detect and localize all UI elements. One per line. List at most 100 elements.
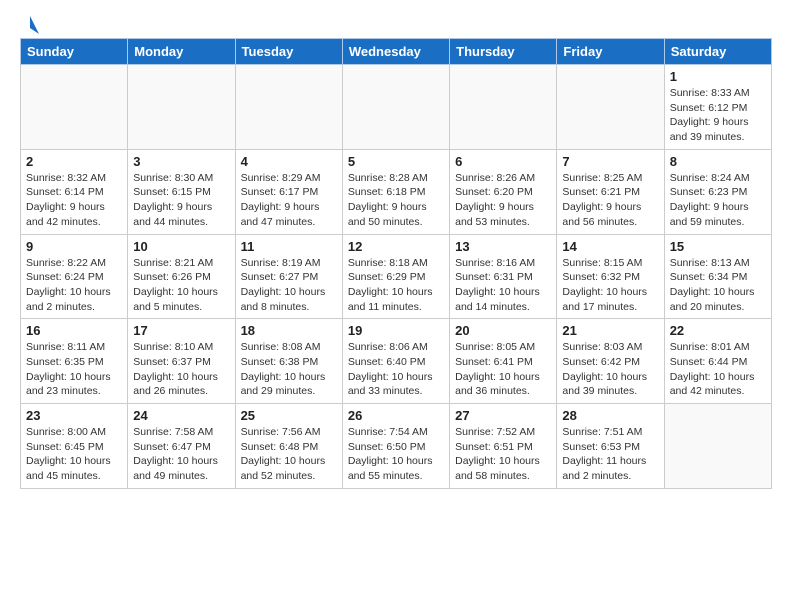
calendar-cell: 14 Sunrise: 8:15 AM Sunset: 6:32 PM Dayli… <box>557 234 664 319</box>
day-number: 20 <box>455 323 551 338</box>
calendar-cell: 9 Sunrise: 8:22 AM Sunset: 6:24 PM Daylig… <box>21 234 128 319</box>
calendar-week-row: 23 Sunrise: 8:00 AM Sunset: 6:45 PM Dayli… <box>21 404 772 489</box>
calendar-header-row: SundayMondayTuesdayWednesdayThursdayFrid… <box>21 39 772 65</box>
calendar-cell: 24 Sunrise: 7:58 AM Sunset: 6:47 PM Dayli… <box>128 404 235 489</box>
day-info: Sunrise: 8:25 AM Sunset: 6:21 PM Dayligh… <box>562 171 658 230</box>
calendar-cell <box>450 65 557 150</box>
calendar-cell: 21 Sunrise: 8:03 AM Sunset: 6:42 PM Dayli… <box>557 319 664 404</box>
calendar-cell <box>664 404 771 489</box>
day-number: 19 <box>348 323 444 338</box>
day-number: 17 <box>133 323 229 338</box>
day-number: 8 <box>670 154 766 169</box>
day-of-week-header: Thursday <box>450 39 557 65</box>
calendar-cell: 13 Sunrise: 8:16 AM Sunset: 6:31 PM Dayli… <box>450 234 557 319</box>
calendar-cell: 16 Sunrise: 8:11 AM Sunset: 6:35 PM Dayli… <box>21 319 128 404</box>
day-number: 27 <box>455 408 551 423</box>
day-of-week-header: Saturday <box>664 39 771 65</box>
day-info: Sunrise: 7:58 AM Sunset: 6:47 PM Dayligh… <box>133 425 229 484</box>
calendar-cell: 4 Sunrise: 8:29 AM Sunset: 6:17 PM Daylig… <box>235 149 342 234</box>
day-info: Sunrise: 8:13 AM Sunset: 6:34 PM Dayligh… <box>670 256 766 315</box>
day-number: 15 <box>670 239 766 254</box>
day-info: Sunrise: 8:28 AM Sunset: 6:18 PM Dayligh… <box>348 171 444 230</box>
day-number: 3 <box>133 154 229 169</box>
calendar-cell: 10 Sunrise: 8:21 AM Sunset: 6:26 PM Dayli… <box>128 234 235 319</box>
calendar-cell <box>342 65 449 150</box>
day-info: Sunrise: 7:51 AM Sunset: 6:53 PM Dayligh… <box>562 425 658 484</box>
day-info: Sunrise: 8:24 AM Sunset: 6:23 PM Dayligh… <box>670 171 766 230</box>
day-number: 1 <box>670 69 766 84</box>
day-info: Sunrise: 8:08 AM Sunset: 6:38 PM Dayligh… <box>241 340 337 399</box>
calendar-cell: 25Sunrise: 7:56 AM Sunset: 6:48 PM Dayli… <box>235 404 342 489</box>
calendar-cell: 1 Sunrise: 8:33 AM Sunset: 6:12 PM Daylig… <box>664 65 771 150</box>
day-info: Sunrise: 8:16 AM Sunset: 6:31 PM Dayligh… <box>455 256 551 315</box>
calendar-cell: 2 Sunrise: 8:32 AM Sunset: 6:14 PM Daylig… <box>21 149 128 234</box>
calendar-cell: 3 Sunrise: 8:30 AM Sunset: 6:15 PM Daylig… <box>128 149 235 234</box>
calendar-cell: 27 Sunrise: 7:52 AM Sunset: 6:51 PM Dayli… <box>450 404 557 489</box>
day-number: 28 <box>562 408 658 423</box>
calendar-cell: 6 Sunrise: 8:26 AM Sunset: 6:20 PM Daylig… <box>450 149 557 234</box>
calendar-cell: 11 Sunrise: 8:19 AM Sunset: 6:27 PM Dayli… <box>235 234 342 319</box>
day-info: Sunrise: 7:54 AM Sunset: 6:50 PM Dayligh… <box>348 425 444 484</box>
calendar-cell <box>128 65 235 150</box>
logo-icon <box>21 16 39 34</box>
day-number: 16 <box>26 323 122 338</box>
day-number: 25 <box>241 408 337 423</box>
header <box>20 16 772 30</box>
calendar-cell <box>557 65 664 150</box>
day-number: 23 <box>26 408 122 423</box>
day-info: Sunrise: 8:32 AM Sunset: 6:14 PM Dayligh… <box>26 171 122 230</box>
calendar-week-row: 16 Sunrise: 8:11 AM Sunset: 6:35 PM Dayli… <box>21 319 772 404</box>
calendar-cell: 26 Sunrise: 7:54 AM Sunset: 6:50 PM Dayli… <box>342 404 449 489</box>
day-info: Sunrise: 8:33 AM Sunset: 6:12 PM Dayligh… <box>670 86 766 145</box>
day-of-week-header: Wednesday <box>342 39 449 65</box>
day-number: 18 <box>241 323 337 338</box>
calendar-cell: 18 Sunrise: 8:08 AM Sunset: 6:38 PM Dayli… <box>235 319 342 404</box>
day-of-week-header: Monday <box>128 39 235 65</box>
day-number: 10 <box>133 239 229 254</box>
day-info: Sunrise: 8:03 AM Sunset: 6:42 PM Dayligh… <box>562 340 658 399</box>
day-info: Sunrise: 8:19 AM Sunset: 6:27 PM Dayligh… <box>241 256 337 315</box>
calendar-cell: 20 Sunrise: 8:05 AM Sunset: 6:41 PM Dayli… <box>450 319 557 404</box>
day-of-week-header: Friday <box>557 39 664 65</box>
day-number: 26 <box>348 408 444 423</box>
day-info: Sunrise: 8:05 AM Sunset: 6:41 PM Dayligh… <box>455 340 551 399</box>
day-number: 12 <box>348 239 444 254</box>
day-number: 4 <box>241 154 337 169</box>
day-number: 6 <box>455 154 551 169</box>
day-info: Sunrise: 8:30 AM Sunset: 6:15 PM Dayligh… <box>133 171 229 230</box>
calendar-cell: 22 Sunrise: 8:01 AM Sunset: 6:44 PM Dayli… <box>664 319 771 404</box>
day-number: 7 <box>562 154 658 169</box>
calendar-cell <box>235 65 342 150</box>
calendar-week-row: 1 Sunrise: 8:33 AM Sunset: 6:12 PM Daylig… <box>21 65 772 150</box>
day-info: Sunrise: 8:11 AM Sunset: 6:35 PM Dayligh… <box>26 340 122 399</box>
day-number: 13 <box>455 239 551 254</box>
calendar-cell: 23 Sunrise: 8:00 AM Sunset: 6:45 PM Dayli… <box>21 404 128 489</box>
calendar-week-row: 9 Sunrise: 8:22 AM Sunset: 6:24 PM Daylig… <box>21 234 772 319</box>
day-info: Sunrise: 8:29 AM Sunset: 6:17 PM Dayligh… <box>241 171 337 230</box>
logo <box>20 16 39 30</box>
day-number: 2 <box>26 154 122 169</box>
day-info: Sunrise: 7:52 AM Sunset: 6:51 PM Dayligh… <box>455 425 551 484</box>
day-of-week-header: Sunday <box>21 39 128 65</box>
day-number: 21 <box>562 323 658 338</box>
page: SundayMondayTuesdayWednesdayThursdayFrid… <box>0 0 792 505</box>
calendar-week-row: 2 Sunrise: 8:32 AM Sunset: 6:14 PM Daylig… <box>21 149 772 234</box>
day-number: 22 <box>670 323 766 338</box>
day-info: Sunrise: 8:21 AM Sunset: 6:26 PM Dayligh… <box>133 256 229 315</box>
day-info: Sunrise: 8:01 AM Sunset: 6:44 PM Dayligh… <box>670 340 766 399</box>
day-number: 14 <box>562 239 658 254</box>
calendar-cell: 17 Sunrise: 8:10 AM Sunset: 6:37 PM Dayli… <box>128 319 235 404</box>
day-info: Sunrise: 8:00 AM Sunset: 6:45 PM Dayligh… <box>26 425 122 484</box>
day-number: 9 <box>26 239 122 254</box>
calendar-cell: 7 Sunrise: 8:25 AM Sunset: 6:21 PM Daylig… <box>557 149 664 234</box>
day-info: Sunrise: 8:15 AM Sunset: 6:32 PM Dayligh… <box>562 256 658 315</box>
day-info: Sunrise: 8:22 AM Sunset: 6:24 PM Dayligh… <box>26 256 122 315</box>
day-info: Sunrise: 8:26 AM Sunset: 6:20 PM Dayligh… <box>455 171 551 230</box>
calendar-cell <box>21 65 128 150</box>
day-number: 24 <box>133 408 229 423</box>
day-info: Sunrise: 8:10 AM Sunset: 6:37 PM Dayligh… <box>133 340 229 399</box>
calendar-cell: 8 Sunrise: 8:24 AM Sunset: 6:23 PM Daylig… <box>664 149 771 234</box>
calendar: SundayMondayTuesdayWednesdayThursdayFrid… <box>20 38 772 489</box>
day-number: 11 <box>241 239 337 254</box>
day-info: Sunrise: 8:18 AM Sunset: 6:29 PM Dayligh… <box>348 256 444 315</box>
